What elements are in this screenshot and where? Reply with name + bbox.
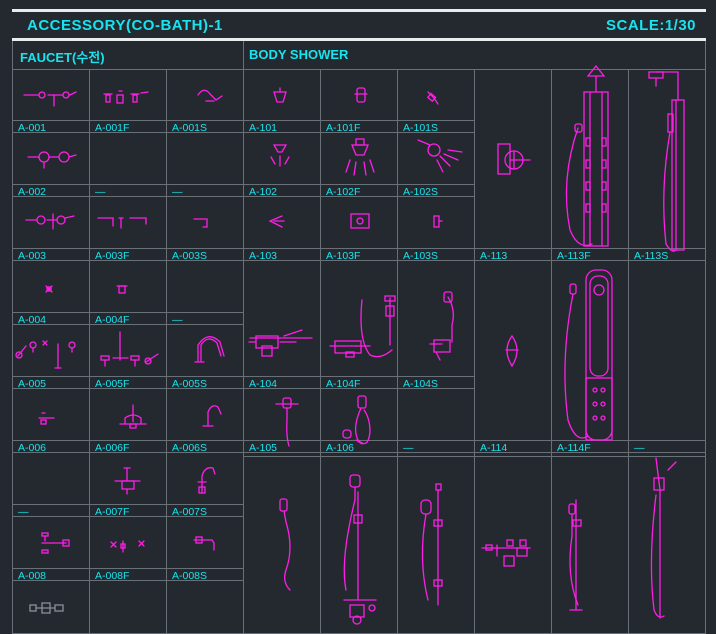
faucet-a006s-icon <box>202 405 222 427</box>
shower-slide-bar-4-icon <box>568 499 583 611</box>
faucet-label-a002s: — <box>172 186 183 198</box>
shower-a102f-icon <box>345 138 375 176</box>
shower-label-a106: A-106 <box>326 442 355 454</box>
faucet-a005s-icon <box>194 336 225 363</box>
faucet-a007s-icon <box>197 467 216 494</box>
shower-label-a114: A-114 <box>480 442 508 454</box>
faucet-label-a001f: A-001F <box>95 122 130 134</box>
shower-a113f-icon <box>565 64 609 247</box>
shower-a101f-icon <box>354 87 368 103</box>
faucet-a008-icon <box>41 532 70 554</box>
faucet-label-a003: A-003 <box>18 250 47 262</box>
shower-label-a113f: A-113F <box>557 250 591 262</box>
faucet-a005f-icon <box>100 331 159 367</box>
faucet-label-a003s: A-003S <box>172 250 208 262</box>
faucet-label-a006s: A-006S <box>172 442 208 454</box>
shower-label-a105: A-105 <box>249 442 278 454</box>
faucet-label-a001: A-001 <box>18 122 47 134</box>
faucet-label-a007f: A-007F <box>95 506 130 518</box>
faucet-label-a008s: A-008S <box>172 570 208 582</box>
shower-label-a101s: A-101S <box>403 122 439 134</box>
shower-label-a101f: A-101F <box>326 122 361 134</box>
shower-a101-icon <box>273 87 287 103</box>
shower-a106-icon <box>342 395 371 445</box>
faucet-a003s-icon <box>193 218 208 228</box>
shower-a104-icon <box>248 329 313 357</box>
shower-slide-bar-5-icon <box>650 457 677 619</box>
faucet-a004-icon <box>45 285 53 293</box>
shower-label-a104f: A-104F <box>326 378 361 390</box>
faucet-a007f-icon <box>114 467 141 495</box>
shower-a104f-icon <box>329 295 396 358</box>
faucet-a003f-icon <box>97 217 147 229</box>
shower-slide-bar-2-icon <box>343 474 377 625</box>
shower-label-a103f: A-103F <box>326 250 361 262</box>
faucet-label-a006: A-006 <box>18 442 47 454</box>
shower-label-a114f: A-114F <box>557 442 591 454</box>
shower-a104s-icon <box>429 291 454 361</box>
faucet-label-a002: A-002 <box>18 186 47 198</box>
shower-label-a113: A-113 <box>480 250 508 262</box>
faucet-label-a005: A-005 <box>18 378 47 390</box>
faucet-label-a007: — <box>18 506 29 518</box>
shower-label-a106s: — <box>403 442 414 454</box>
faucet-label-a007s: A-007S <box>172 506 208 518</box>
faucet-a004f-icon <box>116 285 128 294</box>
shower-a113-icon <box>497 143 531 175</box>
shower-label-a102f: A-102F <box>326 186 361 198</box>
faucet-a002-icon <box>27 151 77 169</box>
shower-label-a102s: A-102S <box>403 186 439 198</box>
shower-label-a113s: A-113S <box>634 250 669 262</box>
faucet-label-a008: A-008 <box>18 570 47 582</box>
shower-a114f-icon <box>564 269 613 441</box>
faucet-a001-icon <box>23 91 77 107</box>
faucet-label-a005s: A-005S <box>172 378 208 390</box>
shower-label-a102: A-102 <box>249 186 278 198</box>
shower-slide-bar-3-icon <box>420 483 443 606</box>
faucet-a001s-icon <box>197 89 223 102</box>
shower-a103s-icon <box>433 215 443 228</box>
faucet-a001f-icon <box>103 90 149 104</box>
shower-a105-icon <box>275 397 299 447</box>
shower-label-a103s: A-103S <box>403 250 439 262</box>
shower-label-a101: A-101 <box>249 122 278 134</box>
shower-label-a103: A-103 <box>249 250 278 262</box>
faucet-a006f-icon <box>119 404 147 429</box>
shower-label-a104: A-104 <box>249 378 278 390</box>
faucet-label-a004f: A-004F <box>95 314 130 326</box>
faucet-label-a008f: A-008F <box>95 570 130 582</box>
shower-a-column-icon <box>481 539 531 567</box>
faucet-a005-icon <box>15 340 76 369</box>
faucet-label-a003f: A-003F <box>95 250 130 262</box>
shower-label-a104s: A-104S <box>403 378 439 390</box>
shower-a113s-icon <box>648 71 685 252</box>
shower-a102-icon <box>270 144 290 167</box>
faucet-a003-icon <box>25 213 75 230</box>
faucet-a006-icon <box>38 412 55 425</box>
faucet-label-a004s: — <box>172 314 183 326</box>
faucet-label-a006f: A-006F <box>95 442 130 454</box>
shower-a103-icon <box>268 215 285 228</box>
shower-a114-icon <box>505 334 519 368</box>
faucet-a008s-icon <box>193 536 215 551</box>
faucet-label-a005f: A-005F <box>95 378 130 390</box>
faucet-unlabeled-icon <box>29 602 64 614</box>
faucet-label-a002f: — <box>95 186 106 198</box>
shower-a103f-icon <box>350 213 370 229</box>
faucet-label-a001s: A-001S <box>172 122 208 134</box>
faucet-label-a004: A-004 <box>18 314 47 326</box>
faucet-a008f-icon <box>110 540 145 553</box>
shower-slide-bar-1-icon <box>279 498 291 591</box>
shower-a102s-icon <box>417 139 463 173</box>
shower-label-a114s: — <box>634 442 645 454</box>
shower-a101s-icon <box>426 91 439 105</box>
